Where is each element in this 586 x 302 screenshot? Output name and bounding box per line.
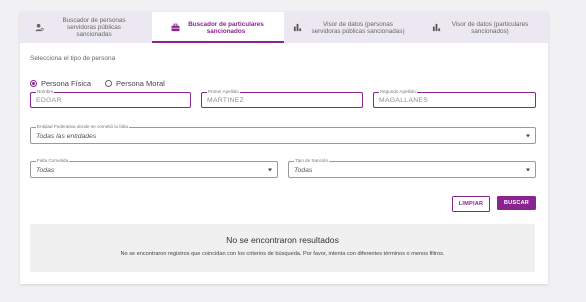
tab-label: Visor de datos (particulares sancionados…	[451, 20, 529, 35]
entidad-select-label: Entidad Federativa donde se cometió la f…	[36, 124, 129, 130]
entidad-federativa-select[interactable]: Entidad Federativa donde se cometió la f…	[30, 124, 536, 144]
primer-apellido-value: MARTINEZ	[207, 97, 245, 105]
tab-servidores-visor[interactable]: Visor de datos (personas servidoras públ…	[284, 12, 416, 43]
nombre-field-label: Nombre	[36, 89, 55, 95]
radio-persona-fisica[interactable]: Persona Física	[30, 79, 91, 88]
tab-label: Buscador de particulares sancionados	[188, 20, 264, 35]
person-search-icon	[34, 23, 44, 33]
tab-particulares-search[interactable]: Buscador de particulares sancionados	[152, 12, 284, 43]
briefcase-icon	[170, 23, 180, 33]
nombre-field-value: EDGAR	[36, 97, 62, 105]
primer-apellido-field[interactable]: Primer Apellido MARTINEZ	[201, 89, 363, 108]
radio-label: Persona Moral	[116, 79, 165, 88]
bar-chart-icon	[292, 23, 302, 33]
segundo-apellido-field[interactable]: Segundo Apellido MAGALLANES	[373, 89, 536, 108]
search-card: Buscador de personas servidoras públicas…	[20, 12, 548, 284]
tab-label: Buscador de personas servidoras públicas…	[62, 17, 126, 38]
primer-apellido-label: Primer Apellido	[207, 89, 240, 95]
falta-select-label: Falta Cometida	[36, 158, 70, 164]
no-results-description: No se encontraron registros que coincida…	[120, 251, 445, 257]
clear-button[interactable]: LIMPIAR	[452, 196, 490, 212]
tab-particulares-visor[interactable]: Visor de datos (particulares sancionados…	[416, 12, 548, 43]
nombre-field[interactable]: Nombre EDGAR	[30, 89, 191, 108]
person-type-radio-group: Persona Física Persona Moral	[30, 79, 165, 88]
sancion-select-label: Tipo de Sanción	[294, 158, 330, 164]
radio-unchecked-icon	[105, 80, 113, 87]
results-panel: No se encontraron resultados No se encon…	[30, 224, 535, 272]
radio-persona-moral[interactable]: Persona Moral	[105, 79, 165, 88]
chevron-down-icon	[526, 168, 530, 171]
chevron-down-icon	[268, 168, 272, 171]
falta-cometida-select[interactable]: Falta Cometida Todas	[30, 158, 278, 178]
sancion-select-value: Todas	[294, 166, 313, 174]
segundo-apellido-value: MAGALLANES	[379, 97, 429, 105]
tab-servidores-search[interactable]: Buscador de personas servidoras públicas…	[20, 12, 152, 43]
bar-chart-icon	[432, 23, 442, 33]
radio-label: Persona Física	[41, 79, 92, 88]
tab-bar: Buscador de personas servidoras públicas…	[20, 12, 548, 43]
tipo-sancion-select[interactable]: Tipo de Sanción Todas	[288, 158, 536, 178]
no-results-title: No se encontraron resultados	[226, 235, 339, 245]
search-button[interactable]: BUSCAR	[497, 196, 536, 210]
person-type-label: Selecciona el tipo de persona	[30, 55, 116, 62]
radio-checked-icon	[30, 80, 37, 87]
chevron-down-icon	[526, 134, 530, 137]
tab-label: Visor de datos (personas servidoras públ…	[311, 20, 405, 35]
segundo-apellido-label: Segundo Apellido	[379, 89, 417, 95]
falta-select-value: Todas	[36, 166, 55, 174]
entidad-select-value: Todas las entidades	[36, 132, 97, 140]
